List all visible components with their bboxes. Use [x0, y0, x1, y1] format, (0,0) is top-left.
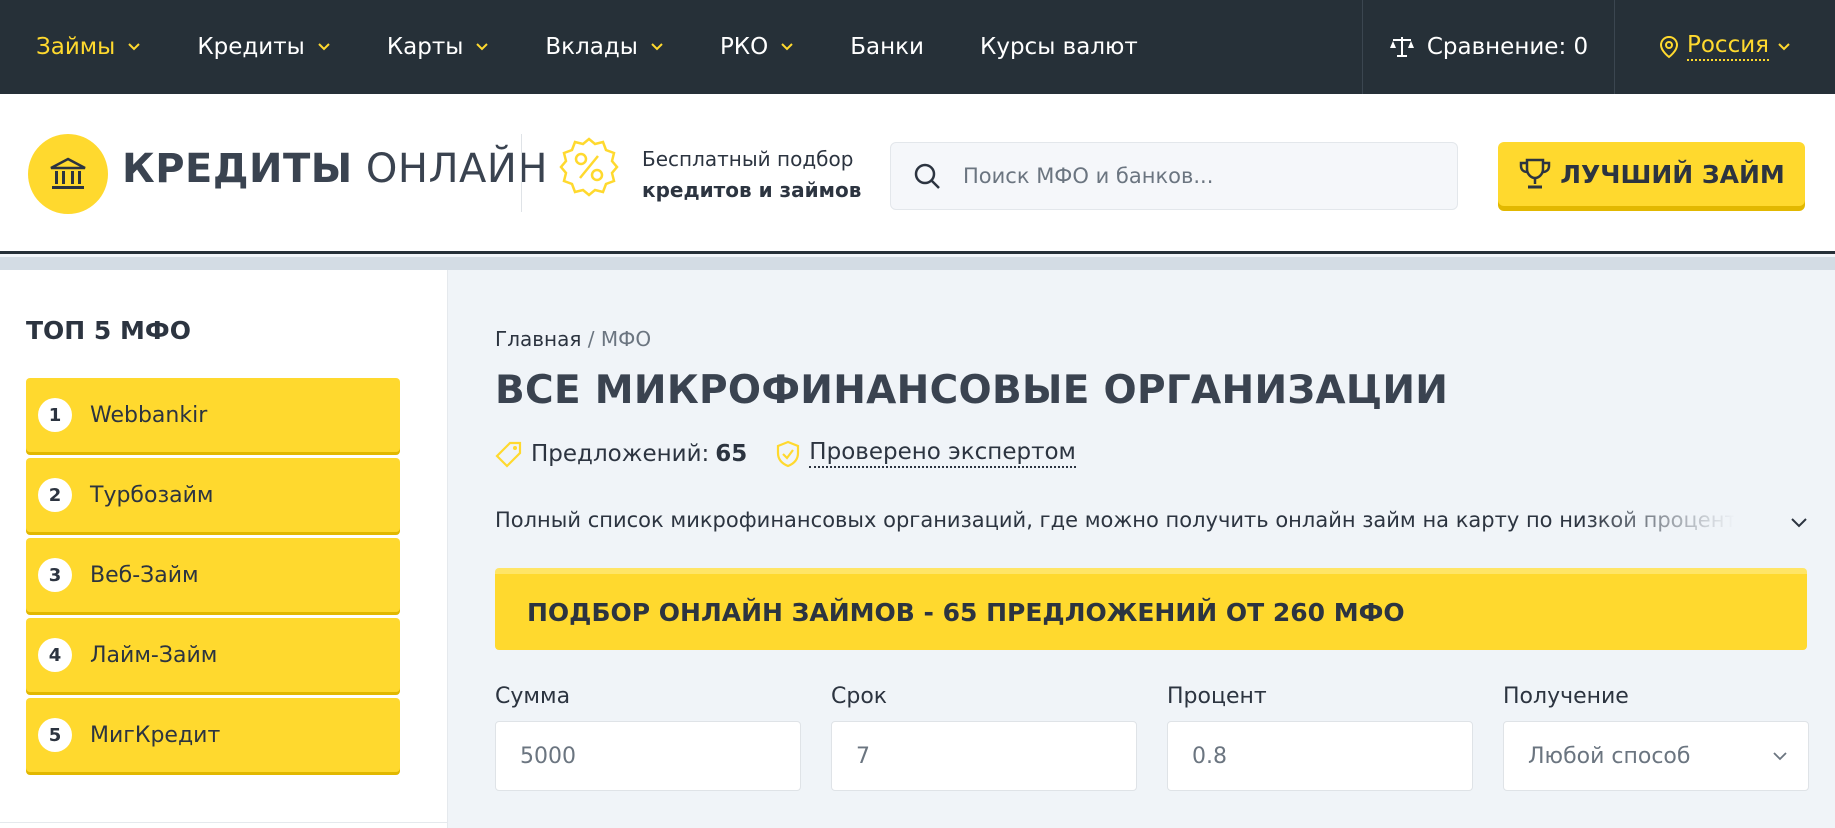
- nav-item-deposits[interactable]: Вклады: [545, 34, 664, 60]
- nav-item-label: Банки: [850, 34, 925, 60]
- promo-line-2: кредитов и займов: [642, 178, 862, 202]
- nav-item-rko[interactable]: РКО: [720, 34, 794, 60]
- mfo-name: Турбозайм: [90, 482, 214, 508]
- filter-term: Срок 7: [831, 684, 1137, 791]
- percent-badge-icon: [558, 136, 620, 202]
- location-pin-icon: [1659, 35, 1678, 59]
- mfo-name: Webbankir: [90, 402, 208, 428]
- breadcrumb-current: МФО: [600, 327, 652, 351]
- nav-item-label: Карты: [386, 34, 464, 60]
- chevron-down-icon: [476, 43, 489, 51]
- top-navigation: Займы Кредиты Карты Вклады РКО Банки Кур…: [0, 0, 1835, 94]
- sidebar-title: ТОП 5 МФО: [26, 316, 191, 345]
- method-select[interactable]: Любой способ: [1503, 721, 1809, 791]
- offers-label: Предложений:: [531, 441, 710, 467]
- best-loan-button[interactable]: ЛУЧШИЙ ЗАЙМ: [1498, 142, 1805, 206]
- verified-by-expert-link[interactable]: Проверено экспертом: [809, 440, 1076, 468]
- chevron-down-icon: [1778, 43, 1790, 51]
- filter-rate-label: Процент: [1167, 684, 1267, 709]
- sum-input[interactable]: 5000: [495, 721, 801, 791]
- nav-item-cards[interactable]: Карты: [387, 34, 490, 60]
- filter-rate: Процент 0.8: [1167, 684, 1473, 791]
- offers-count: 65: [715, 441, 748, 467]
- breadcrumb-separator: /: [587, 327, 595, 351]
- compare-label: Сравнение: 0: [1426, 34, 1589, 60]
- top-mfo-item[interactable]: 1 Webbankir: [26, 378, 400, 452]
- rank-number: 1: [38, 398, 72, 432]
- compare-link[interactable]: Сравнение: 0: [1362, 0, 1614, 94]
- nav-item-credits[interactable]: Кредиты: [197, 34, 331, 60]
- method-select-value: Любой способ: [1528, 743, 1691, 769]
- nav-item-label: РКО: [719, 34, 769, 60]
- filter-sum-label: Сумма: [495, 684, 571, 709]
- filter-term-label: Срок: [831, 684, 888, 709]
- mfo-name: МигКредит: [90, 722, 221, 748]
- nav-item-label: Займы: [36, 34, 116, 60]
- filter-method-label: Получение: [1503, 684, 1629, 709]
- rate-input[interactable]: 0.8: [1167, 721, 1473, 791]
- sidebar-divider: [0, 822, 448, 823]
- nav-item-label: Курсы валют: [980, 34, 1138, 60]
- sidebar: ТОП 5 МФО 1 Webbankir 2 Турбозайм 3 Веб-…: [0, 270, 448, 828]
- nav-item-loans[interactable]: Займы: [36, 34, 141, 60]
- nav-menu: Займы Кредиты Карты Вклады РКО Банки Кур…: [0, 0, 1194, 94]
- nav-right: Сравнение: 0 Россия: [1362, 0, 1835, 94]
- top-mfo-item[interactable]: 2 Турбозайм: [26, 458, 400, 532]
- logo-bank-icon[interactable]: [28, 134, 108, 214]
- top-mfo-item[interactable]: 4 Лайм-Займ: [26, 618, 400, 692]
- rank-number: 2: [38, 478, 72, 512]
- chevron-down-icon[interactable]: [1790, 517, 1808, 529]
- search-input[interactable]: [963, 164, 1403, 188]
- chevron-down-icon: [318, 43, 330, 51]
- filter-sum: Сумма 5000: [495, 684, 801, 791]
- chevron-down-icon: [1773, 752, 1787, 761]
- page-description: Полный список микрофинансовых организаци…: [495, 508, 1735, 532]
- logo-text[interactable]: КРЕДИТЫ ОНЛАЙН: [122, 146, 548, 192]
- chevron-down-icon: [128, 43, 141, 51]
- search-box: [890, 142, 1458, 210]
- shield-check-icon: [777, 440, 800, 468]
- nav-item-exchange-rates[interactable]: Курсы валют: [980, 34, 1138, 60]
- site-header: КРЕДИТЫ ОНЛАЙН Бесплатный подбор кредито…: [0, 94, 1835, 254]
- rank-number: 5: [38, 718, 72, 752]
- nav-item-banks[interactable]: Банки: [850, 34, 924, 60]
- rank-number: 3: [38, 558, 72, 592]
- mfo-name: Лайм-Займ: [90, 642, 218, 668]
- page-title: ВСЕ МИКРОФИНАНСОВЫЕ ОРГАНИЗАЦИИ: [495, 368, 1449, 413]
- breadcrumb: Главная / МФО: [495, 327, 651, 351]
- top-mfo-item[interactable]: 5 МигКредит: [26, 698, 400, 772]
- scales-icon: [1389, 37, 1414, 57]
- region-selector[interactable]: Россия: [1614, 0, 1835, 94]
- header-divider: [521, 134, 522, 212]
- top-mfo-item[interactable]: 3 Веб-Займ: [26, 538, 400, 612]
- term-input[interactable]: 7: [831, 721, 1137, 791]
- region-label: Россия: [1686, 33, 1770, 61]
- loan-selection-banner: ПОДБОР ОНЛАЙН ЗАЙМОВ - 65 ПРЕДЛОЖЕНИЙ ОТ…: [495, 568, 1807, 650]
- header-separator: [0, 257, 1835, 270]
- promo-text: Бесплатный подбор кредитов и займов: [642, 144, 861, 206]
- chevron-down-icon: [651, 43, 663, 51]
- trophy-icon: [1519, 158, 1551, 189]
- nav-item-label: Вклады: [545, 34, 638, 60]
- search-icon[interactable]: [913, 162, 941, 190]
- logo-text-bold: КРЕДИТЫ: [122, 146, 353, 192]
- rank-number: 4: [38, 638, 72, 672]
- nav-item-label: Кредиты: [197, 34, 305, 60]
- page-meta: Предложений: 65 Проверено экспертом: [495, 440, 1076, 468]
- mfo-name: Веб-Займ: [90, 562, 199, 588]
- chevron-down-icon: [781, 43, 793, 51]
- filter-method: Получение Любой способ: [1503, 684, 1809, 791]
- promo-line-1: Бесплатный подбор: [642, 147, 854, 171]
- top-mfo-list: 1 Webbankir 2 Турбозайм 3 Веб-Займ 4 Лай…: [26, 378, 400, 778]
- best-loan-label: ЛУЧШИЙ ЗАЙМ: [1560, 159, 1785, 189]
- breadcrumb-home[interactable]: Главная: [495, 327, 581, 351]
- tag-icon: [495, 441, 522, 468]
